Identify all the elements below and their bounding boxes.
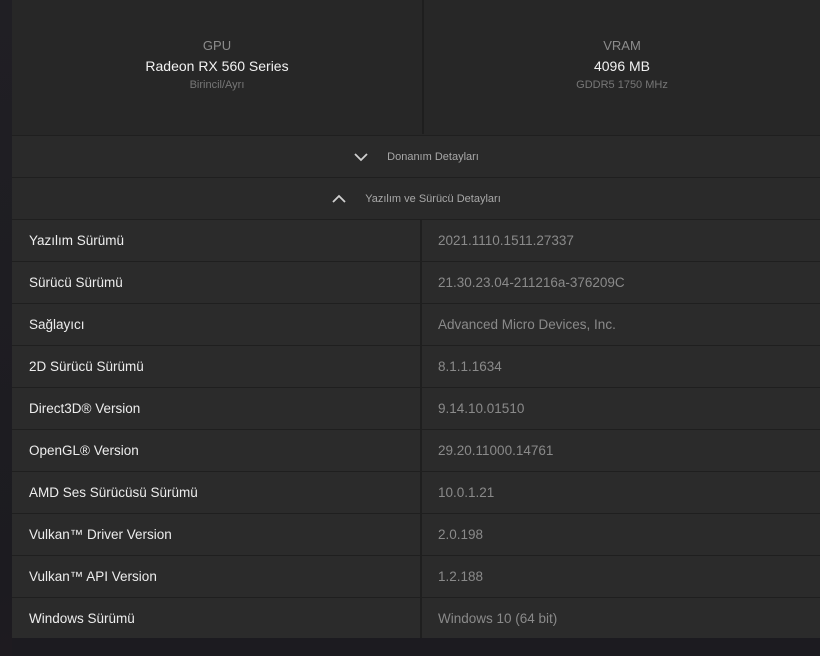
detail-value: 8.1.1.1634: [438, 359, 502, 374]
system-info-panel: GPU Radeon RX 560 Series Birincil/Ayrı V…: [12, 0, 820, 639]
detail-row-direct3d-version: Direct3D® Version 9.14.10.01510: [12, 387, 820, 429]
detail-value: 2021.1110.1511.27337: [438, 233, 574, 248]
detail-key: Yazılım Sürümü: [12, 220, 422, 261]
detail-key: AMD Ses Sürücüsü Sürümü: [12, 472, 422, 513]
detail-key: Vulkan™ API Version: [12, 556, 422, 597]
detail-row-audio-driver-version: AMD Ses Sürücüsü Sürümü 10.0.1.21: [12, 471, 820, 513]
vram-label: VRAM: [603, 38, 641, 53]
software-details-table: Yazılım Sürümü 2021.1110.1511.27337 Sürü…: [12, 219, 820, 639]
detail-key: Direct3D® Version: [12, 388, 422, 429]
detail-value: Windows 10 (64 bit): [438, 611, 558, 626]
detail-key: Sağlayıcı: [12, 304, 422, 345]
detail-row-opengl-version: OpenGL® Version 29.20.11000.14761: [12, 429, 820, 471]
detail-row-windows-version: Windows Sürümü Windows 10 (64 bit): [12, 597, 820, 639]
detail-row-vulkan-driver-version: Vulkan™ Driver Version 2.0.198: [12, 513, 820, 555]
gpu-type: Birincil/Ayrı: [189, 79, 245, 91]
detail-row-driver-version: Sürücü Sürümü 21.30.23.04-211216a-376209…: [12, 261, 820, 303]
vram-card: VRAM 4096 MB GDDR5 1750 MHz: [424, 0, 820, 134]
software-details-label: Yazılım ve Sürücü Detayları: [365, 192, 501, 205]
panel-bottom-edge: [12, 638, 820, 656]
detail-key: Vulkan™ Driver Version: [12, 514, 422, 555]
detail-row-vulkan-api-version: Vulkan™ API Version 1.2.188: [12, 555, 820, 597]
gpu-card: GPU Radeon RX 560 Series Birincil/Ayrı: [12, 0, 424, 134]
detail-value: 1.2.188: [438, 569, 484, 584]
detail-key: Windows Sürümü: [12, 598, 422, 639]
detail-value: 10.0.1.21: [438, 485, 495, 500]
detail-key: OpenGL® Version: [12, 430, 422, 471]
detail-key: 2D Sürücü Sürümü: [12, 346, 422, 387]
detail-value: 9.14.10.01510: [438, 401, 525, 416]
detail-value: Advanced Micro Devices, Inc.: [438, 317, 616, 332]
detail-row-software-version: Yazılım Sürümü 2021.1110.1511.27337: [12, 219, 820, 261]
chevron-down-icon: [353, 149, 369, 165]
vram-type: GDDR5 1750 MHz: [576, 79, 668, 91]
chevron-up-icon: [331, 191, 347, 207]
detail-value: 21.30.23.04-211216a-376209C: [438, 275, 625, 290]
hardware-details-label: Donanım Detayları: [387, 150, 479, 163]
vram-size: 4096 MB: [593, 58, 651, 74]
detail-row-2d-driver-version: 2D Sürücü Sürümü 8.1.1.1634: [12, 345, 820, 387]
detail-value: 29.20.11000.14761: [438, 443, 554, 458]
software-details-toggle[interactable]: Yazılım ve Sürücü Detayları: [12, 177, 820, 219]
hardware-details-toggle[interactable]: Donanım Detayları: [12, 135, 820, 177]
detail-value: 2.0.198: [438, 527, 484, 542]
detail-row-provider: Sağlayıcı Advanced Micro Devices, Inc.: [12, 303, 820, 345]
gpu-label: GPU: [202, 38, 232, 53]
gpu-name: Radeon RX 560 Series: [145, 58, 289, 74]
detail-key: Sürücü Sürümü: [12, 262, 422, 303]
summary-cards: GPU Radeon RX 560 Series Birincil/Ayrı V…: [12, 0, 820, 134]
